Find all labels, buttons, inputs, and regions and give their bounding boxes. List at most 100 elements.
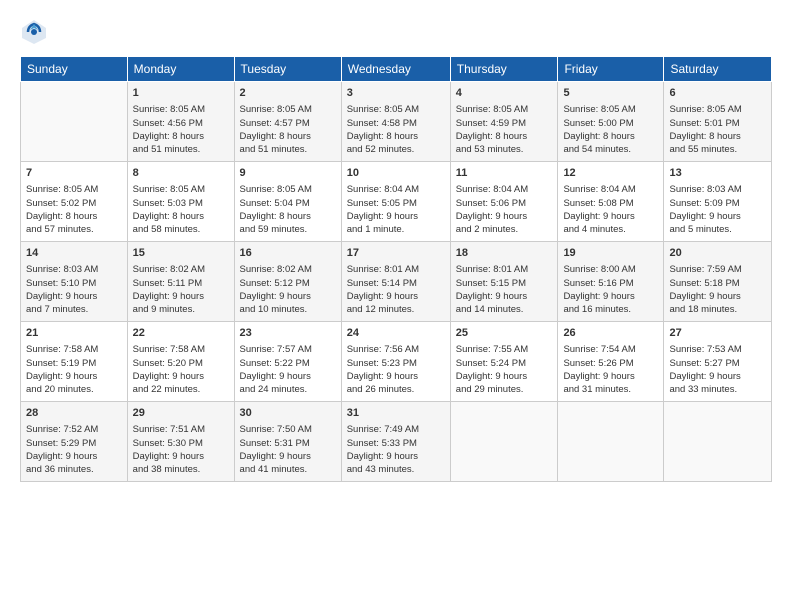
col-header-tuesday: Tuesday [234, 57, 341, 82]
day-info: Sunrise: 8:05 AM Sunset: 5:04 PM Dayligh… [240, 183, 336, 236]
day-number: 30 [240, 406, 336, 421]
calendar-cell: 14 Sunrise: 8:03 AM Sunset: 5:10 PM Dayli… [21, 242, 128, 322]
calendar-cell: 31 Sunrise: 7:49 AM Sunset: 5:33 PM Dayli… [341, 402, 450, 482]
day-number: 17 [347, 246, 445, 261]
day-number: 28 [26, 406, 122, 421]
day-number: 21 [26, 326, 122, 341]
calendar-cell: 6 Sunrise: 8:05 AM Sunset: 5:01 PM Daylig… [664, 82, 772, 162]
day-number: 23 [240, 326, 336, 341]
calendar-cell: 1 Sunrise: 8:05 AM Sunset: 4:56 PM Daylig… [127, 82, 234, 162]
day-number: 27 [669, 326, 766, 341]
day-number: 13 [669, 166, 766, 181]
day-info: Sunrise: 8:00 AM Sunset: 5:16 PM Dayligh… [563, 263, 658, 316]
day-info: Sunrise: 8:01 AM Sunset: 5:14 PM Dayligh… [347, 263, 445, 316]
day-number: 1 [133, 86, 229, 101]
day-number: 22 [133, 326, 229, 341]
day-number: 31 [347, 406, 445, 421]
day-number: 14 [26, 246, 122, 261]
day-info: Sunrise: 8:02 AM Sunset: 5:12 PM Dayligh… [240, 263, 336, 316]
day-info: Sunrise: 8:05 AM Sunset: 5:01 PM Dayligh… [669, 103, 766, 156]
logo [20, 18, 50, 46]
calendar-cell: 16Sunrise: 8:02 AM Sunset: 5:12 PM Dayli… [234, 242, 341, 322]
col-header-friday: Friday [558, 57, 664, 82]
calendar-cell: 15Sunrise: 8:02 AM Sunset: 5:11 PM Dayli… [127, 242, 234, 322]
day-info: Sunrise: 8:05 AM Sunset: 4:58 PM Dayligh… [347, 103, 445, 156]
day-number: 6 [669, 86, 766, 101]
calendar-cell: 22 Sunrise: 7:58 AM Sunset: 5:20 PM Dayli… [127, 322, 234, 402]
day-number: 15 [133, 246, 229, 261]
day-info: Sunrise: 7:49 AM Sunset: 5:33 PM Dayligh… [347, 423, 445, 476]
calendar-cell: 10 Sunrise: 8:04 AM Sunset: 5:05 PM Dayli… [341, 162, 450, 242]
day-info: Sunrise: 7:57 AM Sunset: 5:22 PM Dayligh… [240, 343, 336, 396]
day-info: Sunrise: 8:05 AM Sunset: 5:00 PM Dayligh… [563, 103, 658, 156]
day-number: 8 [133, 166, 229, 181]
day-info: Sunrise: 7:50 AM Sunset: 5:31 PM Dayligh… [240, 423, 336, 476]
day-number: 20 [669, 246, 766, 261]
day-info: Sunrise: 8:05 AM Sunset: 4:59 PM Dayligh… [456, 103, 553, 156]
calendar-cell: 13 Sunrise: 8:03 AM Sunset: 5:09 PM Dayli… [664, 162, 772, 242]
calendar-cell: 28 Sunrise: 7:52 AM Sunset: 5:29 PM Dayli… [21, 402, 128, 482]
day-info: Sunrise: 8:04 AM Sunset: 5:05 PM Dayligh… [347, 183, 445, 236]
col-header-saturday: Saturday [664, 57, 772, 82]
day-info: Sunrise: 8:05 AM Sunset: 4:56 PM Dayligh… [133, 103, 229, 156]
day-info: Sunrise: 8:03 AM Sunset: 5:10 PM Dayligh… [26, 263, 122, 316]
calendar-cell: 18 Sunrise: 8:01 AM Sunset: 5:15 PM Dayli… [450, 242, 558, 322]
calendar-cell: 17 Sunrise: 8:01 AM Sunset: 5:14 PM Dayli… [341, 242, 450, 322]
day-number: 2 [240, 86, 336, 101]
calendar-cell [450, 402, 558, 482]
calendar-week-4: 21 Sunrise: 7:58 AM Sunset: 5:19 PM Dayli… [21, 322, 772, 402]
calendar-cell: 19 Sunrise: 8:00 AM Sunset: 5:16 PM Dayli… [558, 242, 664, 322]
calendar-cell: 5 Sunrise: 8:05 AM Sunset: 5:00 PM Daylig… [558, 82, 664, 162]
day-info: Sunrise: 7:56 AM Sunset: 5:23 PM Dayligh… [347, 343, 445, 396]
calendar-cell: 12Sunrise: 8:04 AM Sunset: 5:08 PM Dayli… [558, 162, 664, 242]
day-info: Sunrise: 8:03 AM Sunset: 5:09 PM Dayligh… [669, 183, 766, 236]
calendar-cell: 4 Sunrise: 8:05 AM Sunset: 4:59 PM Daylig… [450, 82, 558, 162]
col-header-thursday: Thursday [450, 57, 558, 82]
calendar-page: SundayMondayTuesdayWednesdayThursdayFrid… [0, 0, 792, 612]
day-info: Sunrise: 7:55 AM Sunset: 5:24 PM Dayligh… [456, 343, 553, 396]
calendar-week-2: 7Sunrise: 8:05 AM Sunset: 5:02 PM Daylig… [21, 162, 772, 242]
col-header-sunday: Sunday [21, 57, 128, 82]
calendar-cell [558, 402, 664, 482]
day-number: 12 [563, 166, 658, 181]
calendar-cell [21, 82, 128, 162]
day-info: Sunrise: 7:58 AM Sunset: 5:20 PM Dayligh… [133, 343, 229, 396]
day-info: Sunrise: 8:05 AM Sunset: 5:03 PM Dayligh… [133, 183, 229, 236]
day-number: 7 [26, 166, 122, 181]
day-number: 26 [563, 326, 658, 341]
logo-icon [20, 18, 48, 46]
col-header-monday: Monday [127, 57, 234, 82]
calendar-cell: 23 Sunrise: 7:57 AM Sunset: 5:22 PM Dayli… [234, 322, 341, 402]
calendar-cell: 27 Sunrise: 7:53 AM Sunset: 5:27 PM Dayli… [664, 322, 772, 402]
day-number: 10 [347, 166, 445, 181]
calendar-cell: 8 Sunrise: 8:05 AM Sunset: 5:03 PM Daylig… [127, 162, 234, 242]
day-info: Sunrise: 7:58 AM Sunset: 5:19 PM Dayligh… [26, 343, 122, 396]
calendar-cell: 26 Sunrise: 7:54 AM Sunset: 5:26 PM Dayli… [558, 322, 664, 402]
day-number: 9 [240, 166, 336, 181]
day-info: Sunrise: 8:04 AM Sunset: 5:06 PM Dayligh… [456, 183, 553, 236]
day-number: 5 [563, 86, 658, 101]
day-number: 3 [347, 86, 445, 101]
calendar-table: SundayMondayTuesdayWednesdayThursdayFrid… [20, 56, 772, 482]
day-info: Sunrise: 7:51 AM Sunset: 5:30 PM Dayligh… [133, 423, 229, 476]
day-number: 4 [456, 86, 553, 101]
calendar-cell: 20 Sunrise: 7:59 AM Sunset: 5:18 PM Dayli… [664, 242, 772, 322]
day-info: Sunrise: 7:59 AM Sunset: 5:18 PM Dayligh… [669, 263, 766, 316]
calendar-cell: 7Sunrise: 8:05 AM Sunset: 5:02 PM Daylig… [21, 162, 128, 242]
day-info: Sunrise: 7:53 AM Sunset: 5:27 PM Dayligh… [669, 343, 766, 396]
calendar-cell: 9 Sunrise: 8:05 AM Sunset: 5:04 PM Daylig… [234, 162, 341, 242]
day-info: Sunrise: 8:01 AM Sunset: 5:15 PM Dayligh… [456, 263, 553, 316]
day-number: 25 [456, 326, 553, 341]
calendar-cell: 24Sunrise: 7:56 AM Sunset: 5:23 PM Dayli… [341, 322, 450, 402]
header [20, 18, 772, 46]
calendar-cell: 21 Sunrise: 7:58 AM Sunset: 5:19 PM Dayli… [21, 322, 128, 402]
calendar-cell: 11 Sunrise: 8:04 AM Sunset: 5:06 PM Dayli… [450, 162, 558, 242]
day-number: 11 [456, 166, 553, 181]
day-info: Sunrise: 7:52 AM Sunset: 5:29 PM Dayligh… [26, 423, 122, 476]
calendar-cell: 25 Sunrise: 7:55 AM Sunset: 5:24 PM Dayli… [450, 322, 558, 402]
day-number: 19 [563, 246, 658, 261]
day-number: 18 [456, 246, 553, 261]
calendar-header-row: SundayMondayTuesdayWednesdayThursdayFrid… [21, 57, 772, 82]
day-info: Sunrise: 7:54 AM Sunset: 5:26 PM Dayligh… [563, 343, 658, 396]
calendar-week-5: 28 Sunrise: 7:52 AM Sunset: 5:29 PM Dayli… [21, 402, 772, 482]
